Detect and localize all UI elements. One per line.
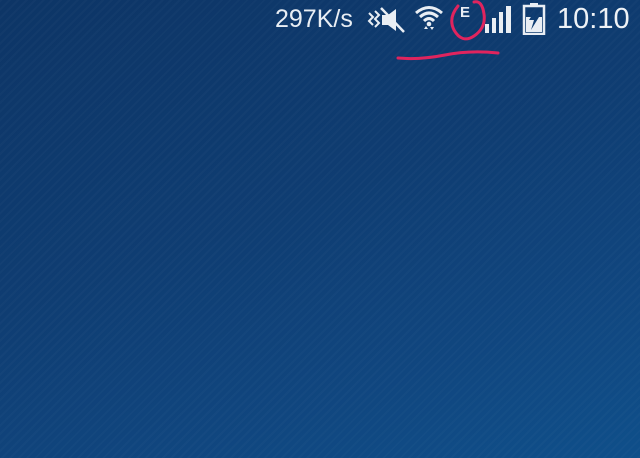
network-speed: 297K/s <box>275 5 353 33</box>
wifi-icon <box>415 6 443 30</box>
vibrate-mute-icon <box>367 7 405 33</box>
home-wallpaper <box>0 0 640 458</box>
edge-network-icon: E <box>460 4 471 21</box>
signal-bars-icon <box>485 6 511 33</box>
battery-charging-icon <box>522 3 546 35</box>
status-bar[interactable]: 297K/s E 10:10 <box>0 0 640 40</box>
status-clock: 10:10 <box>557 3 630 35</box>
